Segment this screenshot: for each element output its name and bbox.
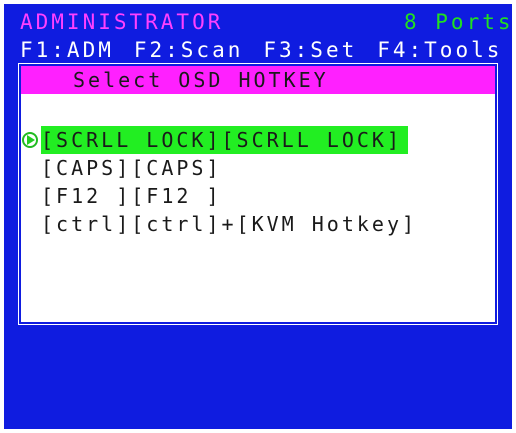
triangle-pointer-icon — [22, 132, 38, 148]
f1-adm-key[interactable]: F1:ADM — [20, 38, 114, 62]
port-count: 8 Ports — [404, 10, 512, 34]
f3-set-key[interactable]: F3:Set — [263, 38, 357, 62]
osd-title: ADMINISTRATOR — [20, 10, 224, 34]
hotkey-option-scroll-lock[interactable]: [SCRLL LOCK][SCRLL LOCK] — [21, 126, 495, 154]
hotkey-option-caps[interactable]: [CAPS][CAPS] — [21, 154, 495, 182]
osd-screen: ADMINISTRATOR 8 Ports F1:ADM F2:Scan F3:… — [4, 4, 512, 429]
hotkey-option-ctrl[interactable]: [ctrl][ctrl]+[KVM Hotkey] — [21, 210, 495, 238]
hotkey-options-list: [SCRLL LOCK][SCRLL LOCK] [CAPS][CAPS] [F… — [21, 126, 495, 238]
hotkey-option-label: [SCRLL LOCK][SCRLL LOCK] — [41, 126, 408, 154]
f2-scan-key[interactable]: F2:Scan — [134, 38, 244, 62]
function-key-bar: F1:ADM F2:Scan F3:Set F4:Tools — [20, 38, 512, 62]
hotkey-option-label: [F12 ][F12 ] — [41, 184, 222, 208]
hotkey-option-label: [CAPS][CAPS] — [41, 156, 222, 180]
f4-tools-key[interactable]: F4:Tools — [377, 38, 502, 62]
hotkey-option-f12[interactable]: [F12 ][F12 ] — [21, 182, 495, 210]
dialog-title: Select OSD HOTKEY — [21, 66, 495, 94]
hotkey-dialog: Select OSD HOTKEY [SCRLL LOCK][SCRLL LOC… — [19, 64, 497, 324]
hotkey-option-label: [ctrl][ctrl]+[KVM Hotkey] — [41, 212, 418, 236]
